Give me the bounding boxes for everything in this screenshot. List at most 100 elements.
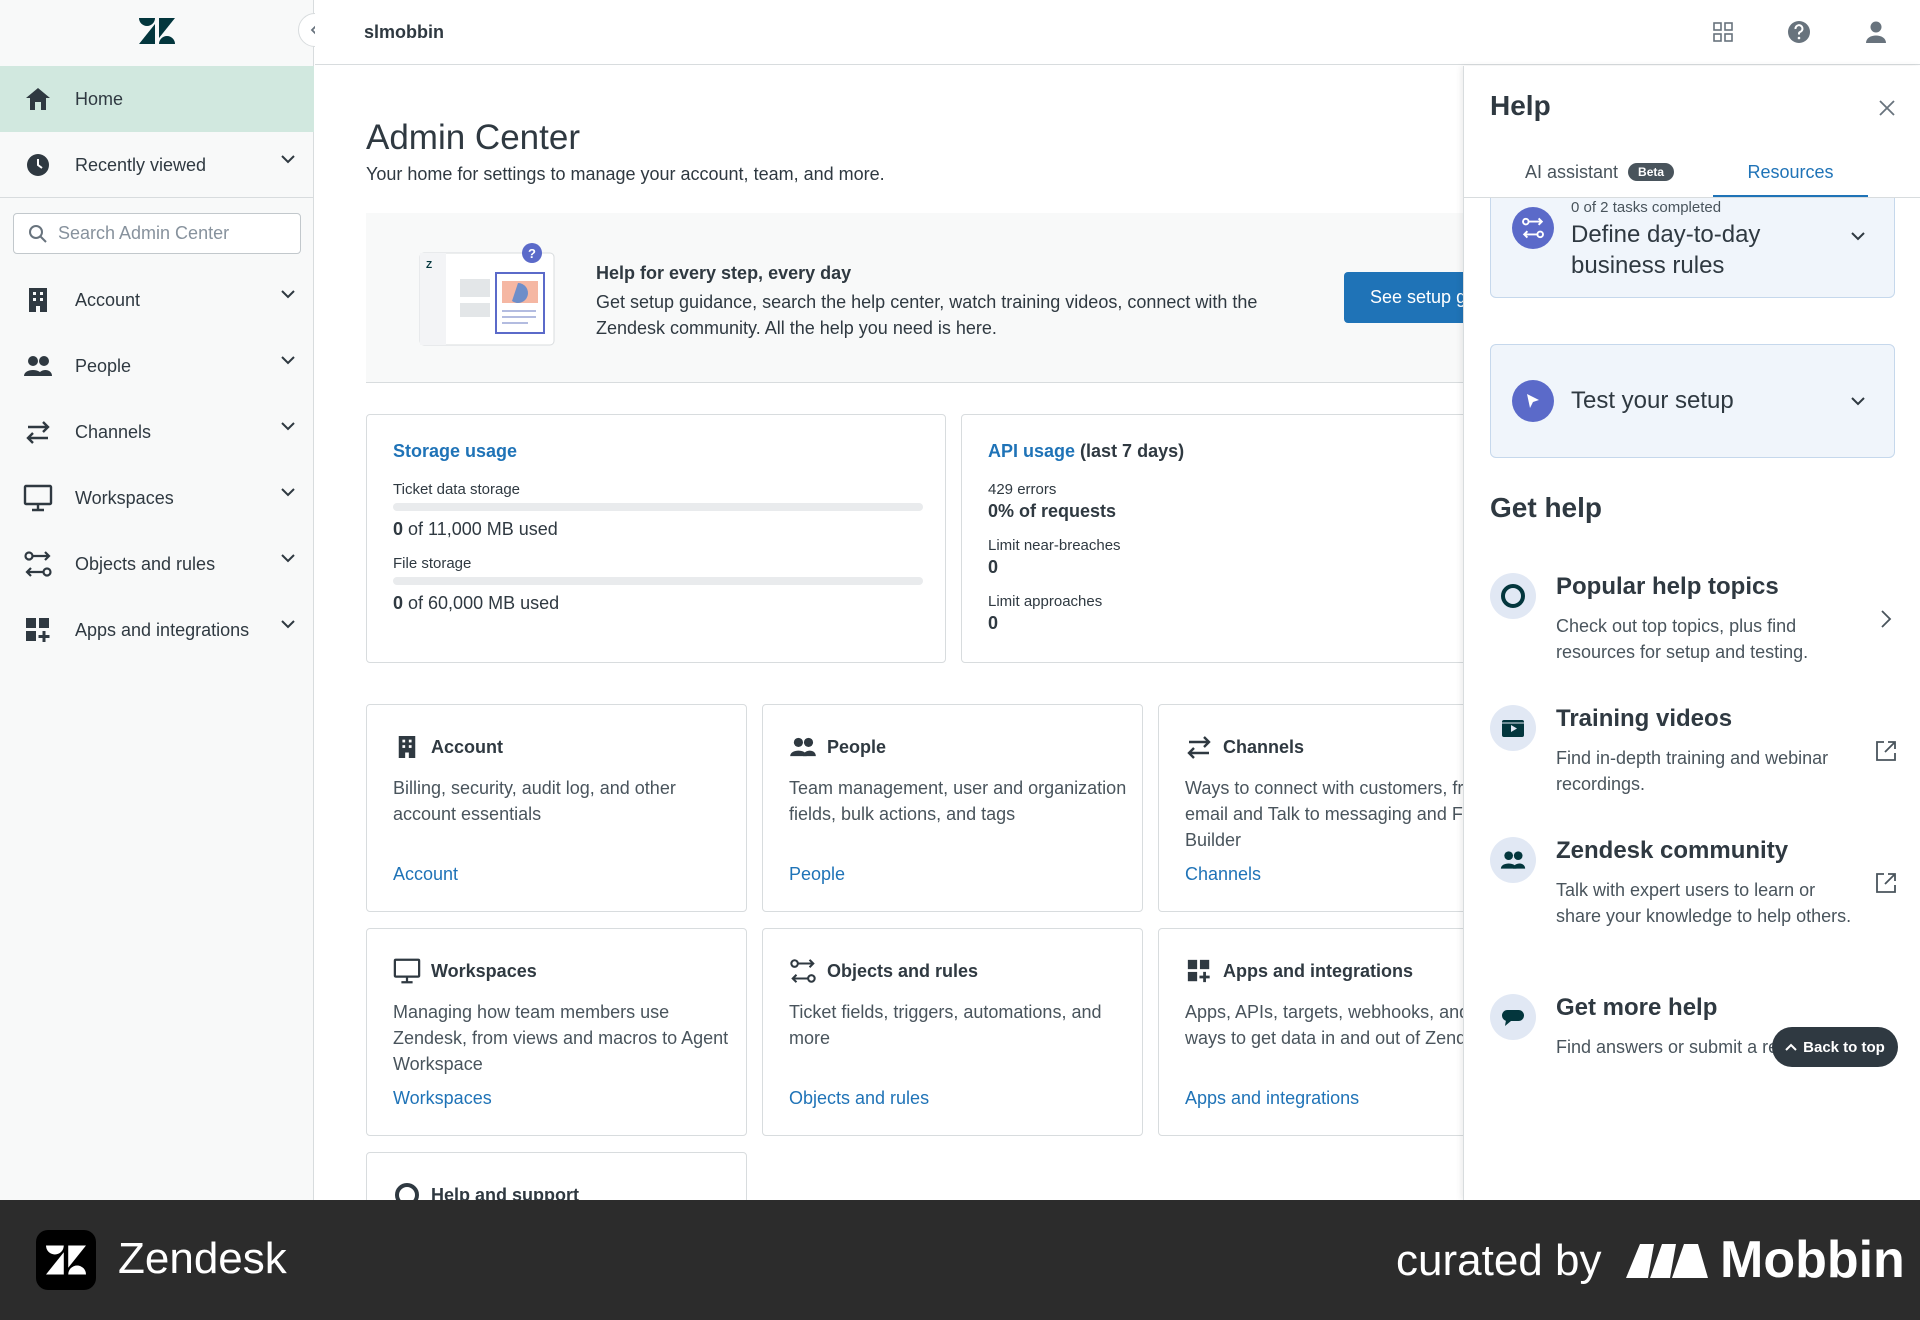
sidebar-item-label: Objects and rules (75, 553, 216, 574)
api-errors-value: 0% of requests (988, 501, 1117, 521)
mobbin-logo: Mobbin (1626, 1230, 1905, 1290)
chevron-down-icon[interactable] (1850, 396, 1866, 406)
api-approaches-label: Limit approaches (988, 593, 1103, 610)
sidebar-item-people[interactable]: People (0, 333, 314, 399)
chevron-down-icon (280, 289, 296, 299)
user-avatar-icon[interactable] (1860, 16, 1892, 48)
category-card-account[interactable]: Account Billing, security, audit log, an… (366, 704, 747, 912)
file-storage-value: 0 of 60,000 MB used (393, 593, 560, 613)
sidebar-item-workspaces[interactable]: Workspaces (0, 465, 314, 531)
sidebar-item-account[interactable]: Account (0, 267, 314, 333)
category-card-people[interactable]: People Team management, user and organiz… (762, 704, 1143, 912)
footer-brand: Zendesk (118, 1234, 287, 1283)
help-icon[interactable] (1783, 16, 1815, 48)
api-usage-heading: API usage (last 7 days) (988, 441, 1185, 461)
beta-badge: Beta (1628, 163, 1675, 181)
banner-text: Get setup guidance, search the help cent… (596, 292, 1258, 338)
building-icon (22, 284, 54, 316)
category-card-apps-and-integrations[interactable]: Apps and integrations Apps, APIs, target… (1158, 928, 1463, 1136)
tab-resources[interactable]: Resources (1713, 162, 1868, 198)
back-to-top-button[interactable]: Back to top (1772, 1027, 1898, 1067)
task-card-test-setup[interactable]: Test your setup (1490, 344, 1895, 458)
sidebar-item-home[interactable]: Home (0, 66, 314, 132)
task-card-business-rules[interactable]: 0 of 2 tasks completed Define day-to-day… (1490, 198, 1895, 298)
zendesk-logo-icon[interactable] (139, 18, 175, 44)
people-icon (22, 350, 54, 382)
sidebar-item-channels[interactable]: Channels (0, 399, 314, 465)
category-card-channels[interactable]: Channels Ways to connect with customers,… (1158, 704, 1463, 912)
task-progress: 0 of 2 tasks completed (1571, 199, 1722, 216)
category-card-link[interactable]: Account (393, 864, 458, 885)
ticket-storage-label: Ticket data storage (393, 481, 521, 498)
see-setup-guides-button[interactable]: See setup guides (1344, 272, 1463, 323)
close-icon[interactable] (1875, 96, 1899, 120)
sidebar-item-recently-viewed[interactable]: Recently viewed (0, 132, 314, 198)
sidebar: Home Recently viewed Account People Chan… (0, 0, 332, 1200)
category-card-title: People (789, 733, 886, 761)
category-card-link[interactable]: Objects and rules (789, 1088, 929, 1109)
sidebar-item-objects-and-rules[interactable]: Objects and rules (0, 531, 314, 597)
api-errors-label: 429 errors (988, 481, 1057, 498)
sidebar-item-label: Account (75, 289, 141, 310)
resource-popular-help-topics[interactable]: Popular help topics Check out top topics… (1490, 573, 1900, 673)
search-icon (28, 224, 48, 244)
chevron-down-icon[interactable] (1850, 231, 1866, 241)
chevron-down-icon (280, 619, 296, 629)
footer: Zendesk curated by Mobbin (0, 1200, 1920, 1320)
help-illustration-icon: Z ? (418, 243, 562, 347)
product-tray-icon[interactable] (1707, 16, 1739, 48)
sidebar-item-label: Home (75, 88, 124, 109)
category-card-link[interactable]: Workspaces (393, 1088, 492, 1109)
category-card-description: Managing how team members use Zendesk, f… (393, 1002, 729, 1074)
help-panel-title: Help (1490, 90, 1551, 121)
category-card-description: Billing, security, audit log, and other … (393, 778, 676, 824)
mobbin-logo-icon (1626, 1240, 1708, 1280)
api-usage-link[interactable]: API usage (988, 441, 1075, 461)
page-subtitle: Your home for settings to manage your ac… (366, 164, 885, 184)
category-card-title: Help and support (393, 1181, 579, 1200)
resource-zendesk-community[interactable]: Zendesk community Talk with expert users… (1490, 837, 1900, 957)
resource-title: Training videos (1556, 705, 1733, 732)
category-card-help-and-support[interactable]: Help and support (366, 1152, 747, 1200)
chevron-up-icon (1785, 1043, 1797, 1051)
category-card-description: Team management, user and organization f… (789, 778, 1127, 824)
category-card-link[interactable]: Apps and integrations (1185, 1088, 1359, 1109)
category-card-objects-and-rules[interactable]: Objects and rules Ticket fields, trigger… (762, 928, 1143, 1136)
resource-description: Talk with expert users to learn or share… (1556, 880, 1852, 926)
monitor-icon (22, 482, 54, 514)
resource-title: Zendesk community (1556, 837, 1789, 864)
storage-usage-link[interactable]: Storage usage (393, 441, 517, 462)
lifebuoy-icon (1490, 573, 1536, 619)
resource-description: Check out top topics, plus find resource… (1556, 616, 1809, 662)
category-card-title: Channels (1185, 733, 1304, 761)
search-field[interactable] (13, 213, 301, 254)
resource-training-videos[interactable]: Training videos Find in-depth training a… (1490, 705, 1900, 805)
arrows-icon (22, 416, 54, 448)
external-link-icon (1872, 737, 1900, 765)
category-card-workspaces[interactable]: Workspaces Managing how team members use… (366, 928, 747, 1136)
get-help-heading: Get help (1490, 492, 1603, 523)
file-storage-label: File storage (393, 555, 472, 572)
category-card-description: Ways to connect with customers, from ema… (1185, 778, 1463, 850)
lifebuoy-icon (393, 1181, 421, 1200)
home-icon (22, 83, 54, 115)
video-icon (1490, 705, 1536, 751)
sidebar-item-apps-and-integrations[interactable]: Apps and integrations (0, 597, 314, 663)
category-card-title: Account (393, 733, 503, 761)
category-card-link[interactable]: Channels (1185, 864, 1261, 885)
apps-icon (1185, 957, 1213, 985)
category-card-link[interactable]: People (789, 864, 845, 885)
help-panel: Help AI assistant Beta Resources 0 of 2 t… (1463, 66, 1920, 1200)
chevron-down-icon (280, 355, 296, 365)
page-title: Admin Center (366, 118, 580, 157)
tab-ai-assistant[interactable]: AI assistant Beta (1525, 162, 1675, 198)
rules-icon (789, 957, 817, 985)
curated-by-label: curated by (1396, 1236, 1602, 1285)
arrows-icon (1185, 733, 1213, 761)
external-link-icon (1872, 869, 1900, 897)
sidebar-item-label: Channels (75, 421, 152, 442)
sidebar-item-label: Workspaces (75, 487, 174, 508)
api-breaches-label: Limit near-breaches (988, 537, 1121, 554)
search-input[interactable] (58, 223, 288, 244)
task-title: Define day-to-day business rules (1571, 221, 1761, 279)
